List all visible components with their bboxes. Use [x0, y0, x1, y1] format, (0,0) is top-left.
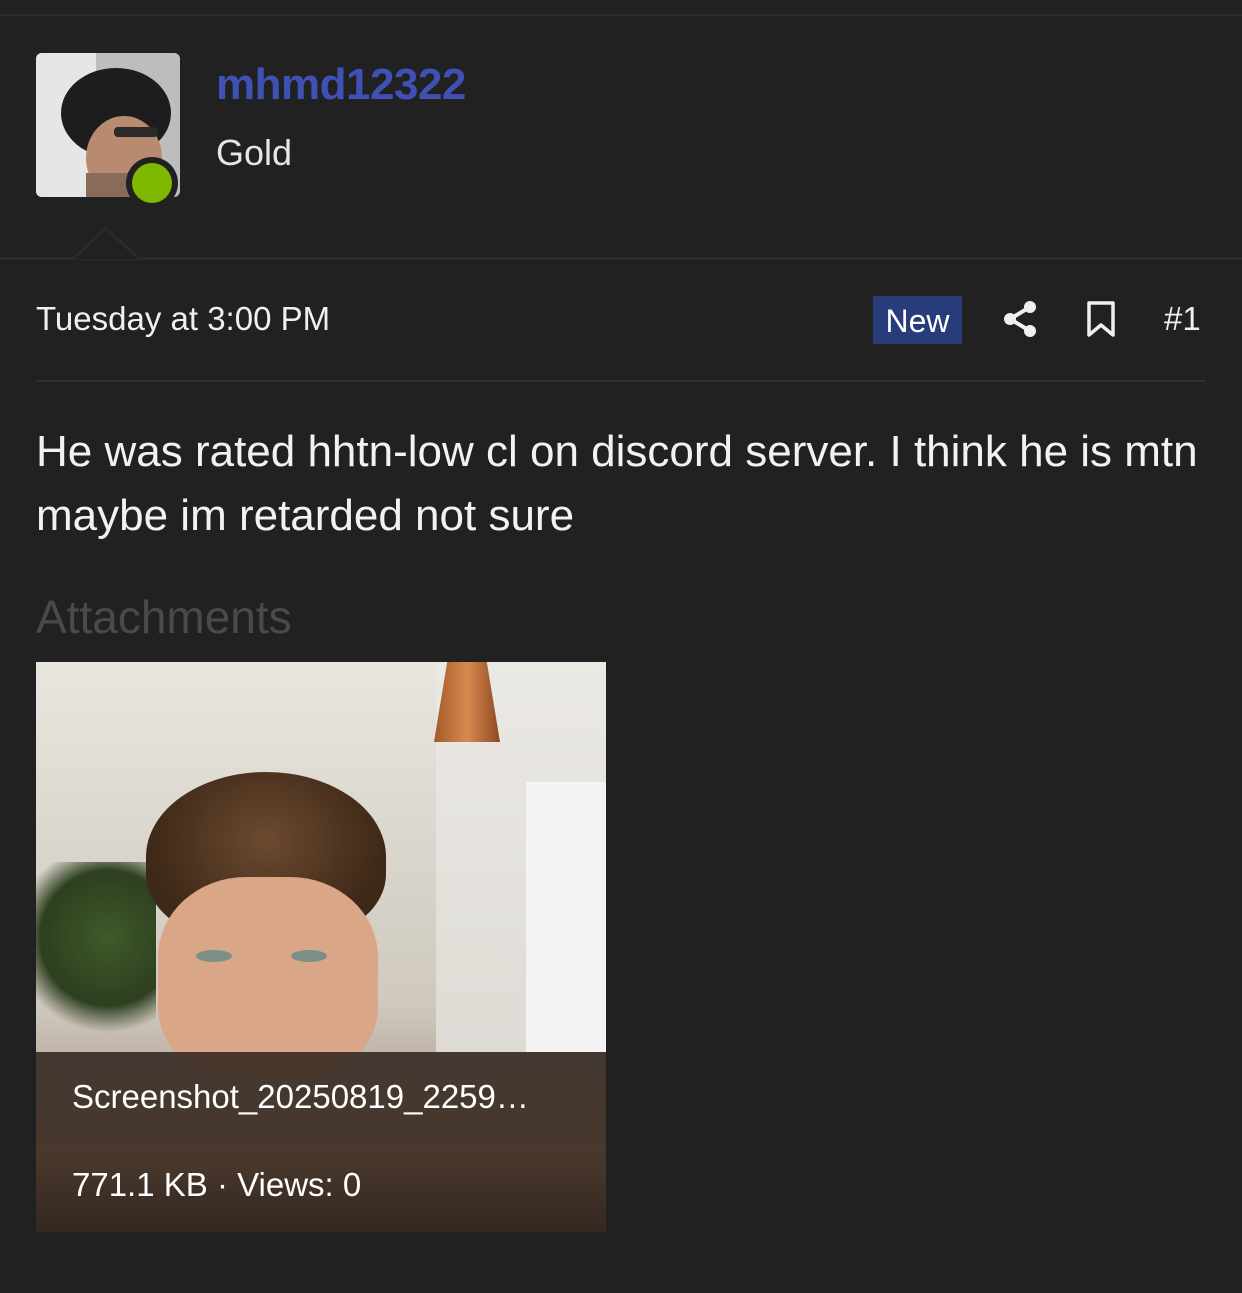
- attachment-photo-eye-right: [291, 950, 327, 962]
- post-date[interactable]: Tuesday at 3:00 PM: [36, 300, 330, 338]
- attachment-meta: 771.1 KB · Views: 0: [72, 1166, 362, 1203]
- meta-divider: [36, 380, 1206, 382]
- post-page: mhmd12322 Gold Tuesday at 3:00 PM New #1…: [0, 0, 1242, 1293]
- attachment-info-overlay: Screenshot_20250819_2259… 771.1 KB · Vie…: [36, 1052, 606, 1232]
- attachment-photo-door: [526, 782, 606, 1052]
- attachment-thumbnail[interactable]: Screenshot_20250819_2259… 771.1 KB · Vie…: [36, 662, 606, 1232]
- header-divider: [0, 257, 1242, 260]
- bookmark-icon[interactable]: [1085, 300, 1117, 338]
- share-icon[interactable]: [1002, 300, 1038, 338]
- online-status-indicator: [126, 157, 178, 209]
- attachment-photo-face: [158, 877, 378, 1077]
- user-header: mhmd12322 Gold: [0, 16, 1242, 257]
- username-link[interactable]: mhmd12322: [216, 60, 466, 110]
- post-number-link[interactable]: #1: [1164, 300, 1201, 338]
- avatar-container[interactable]: [36, 53, 180, 209]
- attachment-photo-eye-left: [196, 950, 232, 962]
- user-title: Gold: [216, 132, 293, 173]
- post-body-text: He was rated hhtn-low cl on discord serv…: [36, 427, 1198, 540]
- header-pointer-arrow-fill: [75, 230, 137, 259]
- attachments-heading: Attachments: [36, 591, 292, 643]
- attachment-filename[interactable]: Screenshot_20250819_2259…: [72, 1078, 529, 1116]
- attachment-photo-plant: [36, 862, 156, 1052]
- new-badge: New: [873, 296, 962, 344]
